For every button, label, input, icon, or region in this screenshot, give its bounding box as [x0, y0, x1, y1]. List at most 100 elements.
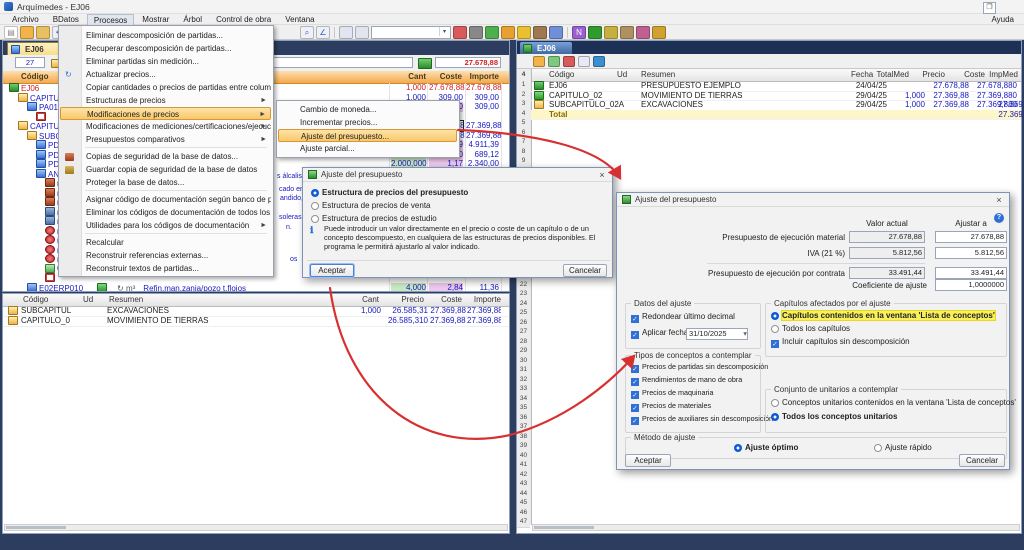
copy-window-icon[interactable] — [339, 26, 353, 39]
col-fecha[interactable]: Fecha — [851, 69, 873, 81]
table-row[interactable]: CAPITULO_0MOVIMIENTO DE TIERRAS26.585,31… — [3, 316, 509, 327]
document-icon[interactable] — [578, 56, 590, 67]
menu-procesos[interactable]: Procesos — [87, 14, 134, 25]
col-totalmed[interactable]: TotalMed — [877, 69, 909, 81]
todos-capitulos-radio[interactable]: Todos los capítulos — [771, 322, 850, 335]
new-document-icon[interactable]: ▤ — [4, 26, 18, 39]
importe-cell[interactable]: 309,00 — [466, 93, 499, 103]
menu-item-guardar-copia-de-seguridad-de-la-base-de[interactable]: Guardar copia de seguridad de la base de… — [60, 163, 271, 176]
col-resumen[interactable]: Resumen — [109, 294, 143, 306]
restore-window-button[interactable]: ❐ — [983, 2, 996, 14]
tipo-checkbox-2[interactable]: ✓Precios de maquinaria — [631, 386, 714, 399]
col-precio[interactable]: Precio — [922, 69, 945, 81]
totalmed-cell[interactable] — [889, 81, 925, 91]
capitulos-ventana-radio[interactable]: Capítulos contenidos en la ventana 'List… — [771, 309, 995, 322]
flag-icon[interactable] — [588, 26, 602, 39]
fecha-cell[interactable]: 24/04/25 — [847, 81, 887, 91]
ajuste-optimo-radio[interactable]: Ajuste óptimo — [734, 441, 798, 454]
menu-item-modificaciones-de-precios[interactable]: Modificaciones de precios► — [60, 107, 271, 120]
codigo-cell[interactable]: EJ06 — [549, 81, 627, 91]
resumen-cell[interactable]: EXCAVACIONES — [107, 306, 307, 316]
col-cant[interactable]: Cant — [362, 294, 379, 306]
importe-cell[interactable]: 27.369,88 — [467, 316, 501, 326]
menu-item-eliminar-partidas-sin-medici-n-[interactable]: Eliminar partidas sin medición... — [60, 55, 271, 68]
importe-cell[interactable]: 11,36 — [466, 283, 499, 292]
horizontal-scrollbar[interactable] — [532, 524, 1020, 531]
codigo-cell[interactable]: Total — [549, 110, 627, 120]
col-precio[interactable]: Precio — [401, 294, 424, 306]
menu-item-reconstruir-referencias-externas-[interactable]: Reconstruir referencias externas... — [60, 249, 271, 262]
col-ud[interactable]: Ud — [83, 294, 93, 306]
menu-item-estructuras-de-precios[interactable]: Estructuras de precios► — [60, 94, 271, 107]
tipo-checkbox-3[interactable]: ✓Precios de materiales — [631, 399, 711, 412]
fecha-cell[interactable] — [847, 110, 887, 120]
tipo-checkbox-0[interactable]: ✓Precios de partidas sin descomposición — [631, 360, 768, 373]
totalmed-cell[interactable] — [889, 110, 925, 120]
precio-cell[interactable]: 27.678,88 — [927, 81, 969, 91]
close-icon[interactable]: × — [596, 169, 608, 181]
menu-árbol[interactable]: Árbol — [177, 14, 208, 25]
aceptar-button[interactable]: Aceptar — [625, 454, 671, 467]
submenu-item-incrementar-precios-[interactable]: Incrementar precios... — [278, 116, 457, 129]
unitarios-ventana-radio[interactable]: Conceptos unitarios contenidos en la ven… — [771, 396, 1016, 409]
ajustar-a-field[interactable]: 27.678,88 — [935, 231, 1007, 243]
chart2-icon[interactable] — [517, 26, 531, 39]
resumen-cell[interactable]: PRESUPUESTO EJEMPLO — [641, 81, 841, 91]
cancelar-button[interactable]: Cancelar — [563, 264, 607, 277]
precio-cell[interactable]: 26.585,31 — [383, 306, 428, 316]
fecha-cell[interactable]: 29/04/25 — [847, 91, 887, 101]
codigo-cell[interactable]: SUBCAPITULO_02A — [549, 100, 627, 110]
coste-cell[interactable]: 27.678,88 — [429, 83, 463, 93]
resumen-cell[interactable]: MOVIMIENTO DE TIERRAS — [641, 91, 841, 101]
zoom-icon[interactable]: ⌕ — [300, 26, 314, 39]
tab-ej06[interactable]: EJ06 — [7, 42, 65, 55]
menu-item-eliminar-descomposici-n-de-partidas-[interactable]: Eliminar descomposición de partidas... — [60, 29, 271, 42]
resumen-cell[interactable]: MOVIMIENTO DE TIERRAS — [107, 316, 307, 326]
export-icon[interactable] — [636, 26, 650, 39]
sheet-icon[interactable] — [501, 26, 515, 39]
menu-item-utilidades-para-los-c-digos-de-documenta[interactable]: Utilidades para los códigos de documenta… — [60, 219, 271, 232]
row-number[interactable]: 47 — [517, 517, 530, 528]
codigo-cell[interactable]: SUBCAPITUL — [21, 306, 79, 316]
add-concept-icon[interactable] — [548, 56, 560, 67]
aplicar-fecha-checkbox[interactable]: ✓Aplicar fecha — [631, 326, 688, 339]
coste-cell[interactable]: 27.369,88 — [430, 306, 466, 316]
cant-cell[interactable]: 1,000 — [391, 83, 426, 93]
table-row[interactable]: E02ERP010↻ m³Refin.man.zanja/pozo t.floj… — [3, 283, 509, 292]
precio-cell[interactable]: 27.369,88 — [927, 91, 969, 101]
codigo-cell[interactable]: CAPITULO_0 — [21, 316, 79, 326]
table-icon[interactable] — [549, 26, 563, 39]
menu-item-recalcular[interactable]: Recalcular — [60, 236, 271, 249]
menu-item-modificaciones-de-mediciones-certificaci[interactable]: Modificaciones de mediciones/certificaci… — [60, 120, 271, 133]
menu-ayuda[interactable]: Ayuda — [987, 14, 1018, 25]
cant-cell[interactable] — [343, 316, 381, 326]
precio-cell[interactable]: 27.369,88 — [927, 100, 969, 110]
col-coste[interactable]: Coste — [440, 71, 462, 83]
concept-filter-combobox[interactable]: ▾ — [371, 26, 451, 39]
importe-cell[interactable]: 27.678,88 — [466, 83, 499, 93]
impmed-cell[interactable]: 27.369,88 — [989, 110, 1024, 120]
todos-unitarios-radio[interactable]: Todos los conceptos unitarios — [771, 410, 897, 423]
fecha-combobox[interactable]: 31/10/2025▾ — [686, 328, 748, 340]
col-coste[interactable]: Coste — [964, 69, 985, 81]
calculator-icon[interactable] — [418, 58, 432, 69]
row-indicator-field[interactable]: 27 — [15, 57, 45, 68]
col-resumen[interactable]: Resumen — [641, 69, 675, 81]
menu-bdatos[interactable]: BDatos — [47, 14, 85, 25]
tab-ej06-right[interactable]: EJ06 — [520, 42, 572, 54]
col-impmed[interactable]: ImpMed — [989, 69, 1018, 81]
menu-item-proteger-la-base-de-datos-[interactable]: Proteger la base de datos... — [60, 176, 271, 189]
col-codigo[interactable]: Código — [21, 71, 49, 83]
paste-window-icon[interactable] — [355, 26, 369, 39]
package-icon[interactable] — [620, 26, 634, 39]
col-cant[interactable]: Cant — [408, 71, 426, 83]
totalmed-cell[interactable]: 1,000 — [889, 100, 925, 110]
importe-cell[interactable]: 4.911,39 — [466, 140, 499, 150]
close-icon[interactable]: × — [993, 194, 1005, 206]
menu-item-actualizar-precios-[interactable]: Actualizar precios...↻ — [60, 68, 271, 81]
impmed-cell[interactable] — [989, 81, 1024, 91]
menu-item-reconstruir-textos-de-partidas-[interactable]: Reconstruir textos de partidas... — [60, 262, 271, 275]
coste-cell[interactable]: 2,84 — [429, 283, 463, 292]
menu-control-de-obra[interactable]: Control de obra — [210, 14, 277, 25]
mail-icon[interactable] — [652, 26, 666, 39]
